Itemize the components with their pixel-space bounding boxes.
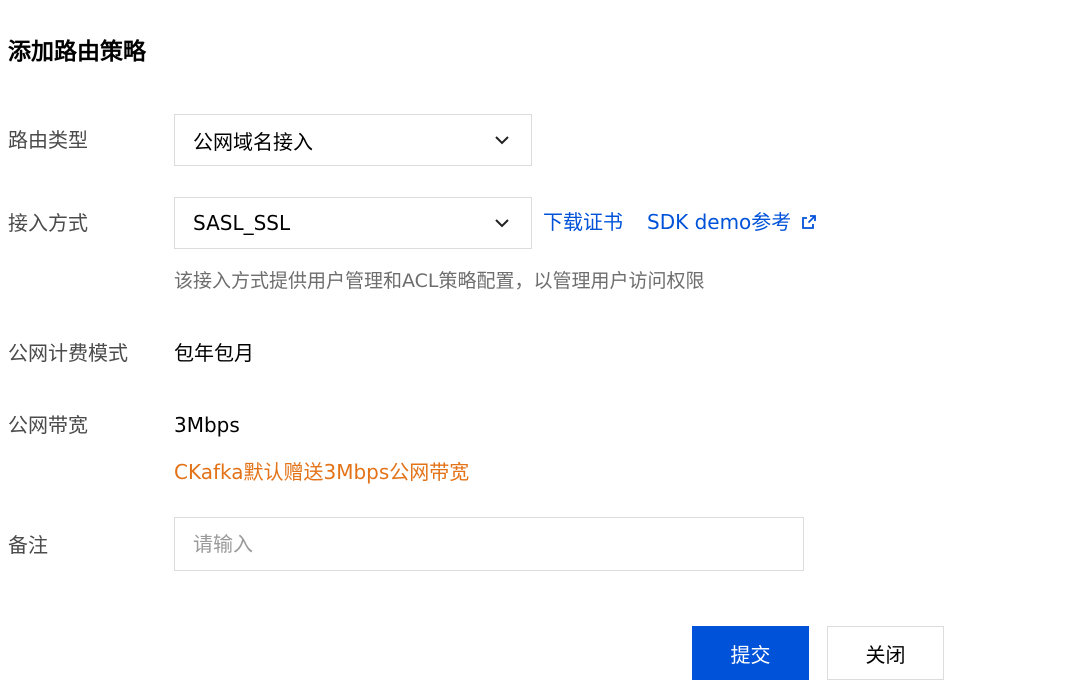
billing-value: 包年包月 [174,341,254,365]
dialog-title: 添加路由策略 [8,39,146,65]
submit-button[interactable]: 提交 [692,626,809,680]
sdk-demo-link[interactable]: SDK demo参考 [647,208,817,236]
route-type-value: 公网域名接入 [193,129,313,154]
chevron-down-icon [493,214,511,232]
close-button[interactable]: 关闭 [827,626,944,680]
chevron-down-icon [493,131,511,149]
external-link-icon [801,214,817,230]
access-method-help: 该接入方式提供用户管理和ACL策略配置，以管理用户访问权限 [174,270,705,292]
remark-label: 备注 [8,533,48,557]
access-method-label: 接入方式 [8,211,88,235]
route-type-select[interactable]: 公网域名接入 [174,114,532,166]
download-cert-link[interactable]: 下载证书 [543,208,623,236]
bandwidth-value: 3Mbps [174,413,240,437]
remark-input[interactable] [174,517,804,571]
route-type-label: 路由类型 [8,128,88,152]
access-method-value: SASL_SSL [193,211,291,235]
billing-label: 公网计费模式 [8,341,128,365]
sdk-demo-label: SDK demo参考 [647,210,792,234]
bandwidth-note: CKafka默认赠送3Mbps公网带宽 [174,460,470,484]
access-method-select[interactable]: SASL_SSL [174,197,532,249]
bandwidth-label: 公网带宽 [8,413,88,437]
